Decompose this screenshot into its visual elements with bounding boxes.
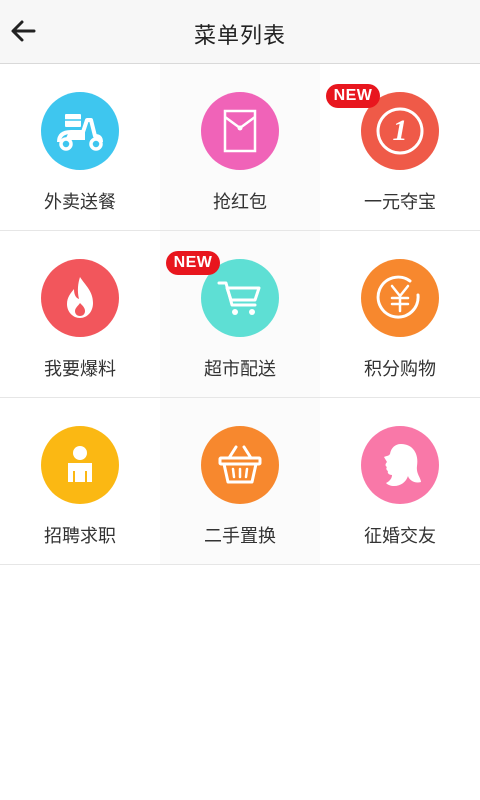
basket-icon — [218, 445, 262, 484]
menu-grid: 外卖送餐 抢红包 1 NEW 一元夺宝 我要爆料 NEW 超市配送 积分购物 招… — [0, 64, 480, 565]
menu-icon-circle — [201, 426, 279, 504]
woman-profile-icon — [384, 444, 421, 486]
menu-item-label: 超市配送 — [204, 359, 276, 380]
menu-item-label: 外卖送餐 — [44, 192, 116, 213]
menu-item-label: 招聘求职 — [44, 526, 116, 547]
menu-icon-circle — [361, 259, 439, 337]
menu-item-points-shop[interactable]: 积分购物 — [320, 231, 480, 397]
menu-item-label: 积分购物 — [364, 359, 436, 380]
page-title: 菜单列表 — [193, 24, 286, 49]
envelope-icon — [223, 109, 257, 153]
menu-item-report[interactable]: 我要爆料 — [0, 231, 160, 397]
menu-item-jobs[interactable]: 招聘求职 — [0, 398, 160, 564]
menu-icon-circle — [41, 259, 119, 337]
menu-item-takeout[interactable]: 外卖送餐 — [0, 64, 160, 230]
menu-icon-circle — [361, 426, 439, 504]
menu-item-label: 征婚交友 — [364, 526, 436, 547]
menu-item-label: 我要爆料 — [44, 359, 116, 380]
menu-icon-circle — [41, 426, 119, 504]
menu-icon-circle — [41, 92, 119, 170]
new-badge: NEW — [326, 84, 380, 108]
menu-row: 我要爆料 NEW 超市配送 积分购物 — [0, 231, 480, 398]
svg-text:1: 1 — [393, 114, 408, 147]
menu-item-label: 一元夺宝 — [364, 192, 436, 213]
menu-item-one-yuan[interactable]: 1 NEW 一元夺宝 — [320, 64, 480, 230]
menu-icon-circle — [201, 92, 279, 170]
menu-row: 招聘求职 二手置换 征婚交友 — [0, 398, 480, 565]
menu-item-label: 抢红包 — [213, 192, 267, 213]
menu-item-red-envelope[interactable]: 抢红包 — [160, 64, 320, 230]
scooter-icon — [57, 114, 103, 151]
menu-item-dating[interactable]: 征婚交友 — [320, 398, 480, 564]
header-bar: 菜单列表 — [0, 0, 480, 64]
menu-item-secondhand[interactable]: 二手置换 — [160, 398, 320, 564]
menu-item-supermarket[interactable]: NEW 超市配送 — [160, 231, 320, 397]
person-icon — [68, 446, 92, 482]
yuan-coin-icon — [376, 275, 420, 319]
new-badge: NEW — [166, 251, 220, 275]
menu-item-label: 二手置换 — [204, 526, 276, 547]
flame-icon — [67, 277, 93, 318]
menu-row: 外卖送餐 抢红包 1 NEW 一元夺宝 — [0, 64, 480, 231]
